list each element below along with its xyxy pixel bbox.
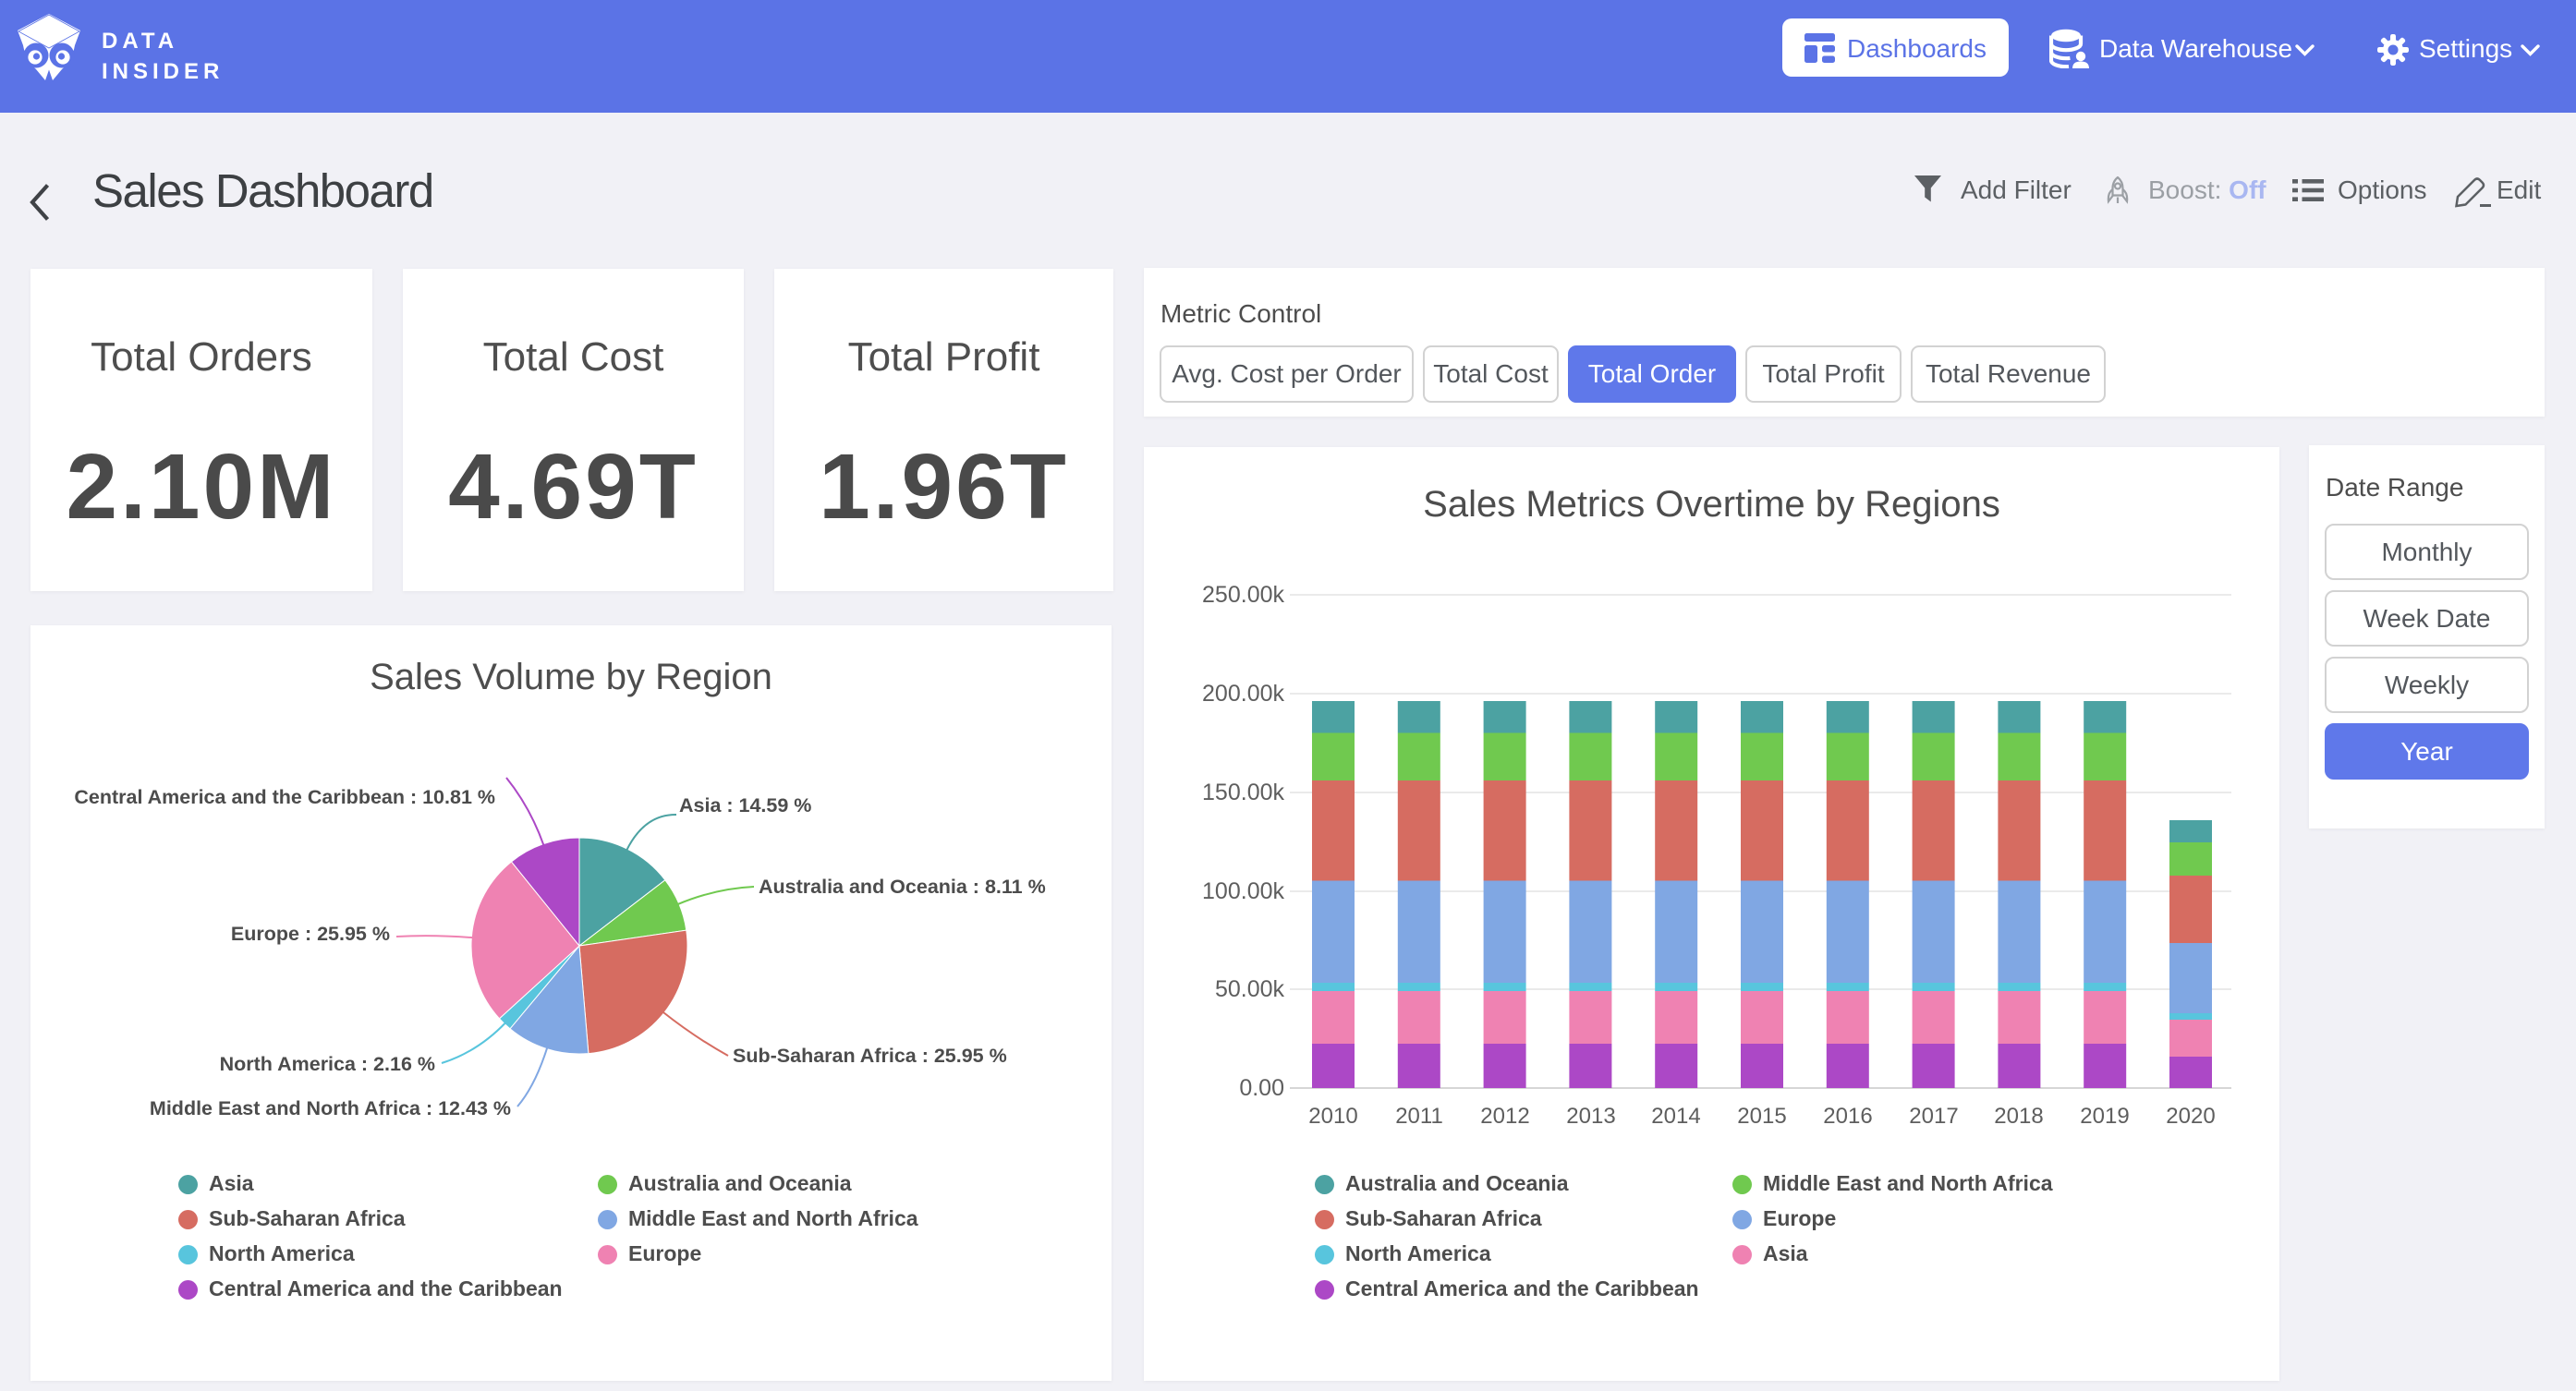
svg-text:2018: 2018 <box>1994 1104 2043 1129</box>
svg-text:200.00k: 200.00k <box>1202 681 1284 707</box>
svg-text:100.00k: 100.00k <box>1202 878 1284 904</box>
svg-text:2017: 2017 <box>1909 1104 1958 1129</box>
svg-text:2016: 2016 <box>1823 1104 1872 1129</box>
svg-text:2013: 2013 <box>1566 1104 1615 1129</box>
svg-text:2015: 2015 <box>1737 1104 1786 1129</box>
svg-text:2019: 2019 <box>2080 1104 2129 1129</box>
svg-text:2010: 2010 <box>1308 1104 1357 1129</box>
svg-text:2014: 2014 <box>1651 1104 1700 1129</box>
svg-text:50.00k: 50.00k <box>1215 976 1285 1002</box>
svg-text:250.00k: 250.00k <box>1202 582 1284 608</box>
svg-text:150.00k: 150.00k <box>1202 780 1284 805</box>
svg-text:2020: 2020 <box>2166 1104 2215 1129</box>
svg-text:2012: 2012 <box>1480 1104 1529 1129</box>
svg-text:2011: 2011 <box>1395 1104 1443 1129</box>
svg-text:0.00: 0.00 <box>1239 1075 1284 1101</box>
